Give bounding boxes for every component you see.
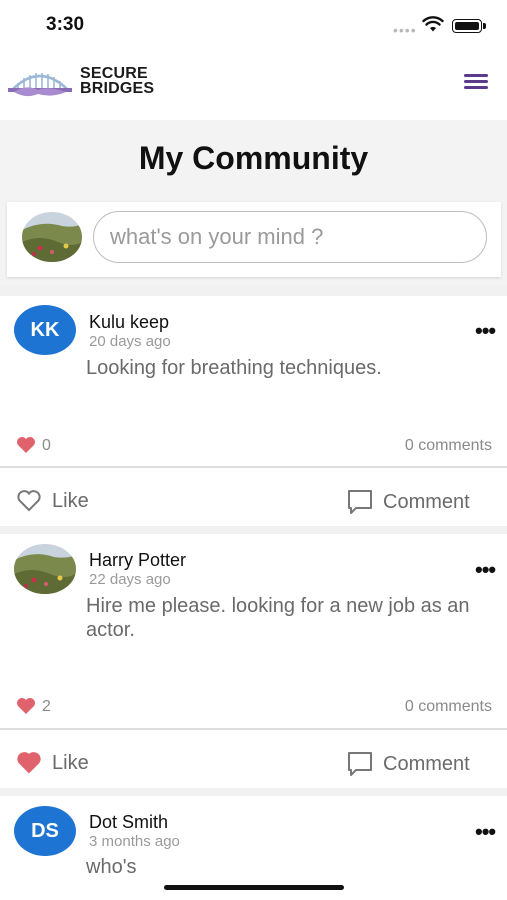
like-label: Like bbox=[52, 751, 89, 774]
post-separator bbox=[0, 466, 507, 468]
brand-line-2: BRIDGES bbox=[80, 80, 155, 97]
page-title: My Community bbox=[138, 140, 369, 176]
post-author[interactable]: Kulu keep bbox=[89, 312, 169, 333]
status-time: 3:30 bbox=[46, 14, 85, 35]
like-count-heart-icon bbox=[17, 437, 35, 453]
like-button[interactable]: Like bbox=[16, 489, 89, 513]
comment-button[interactable]: Comment bbox=[347, 489, 470, 515]
post-divider bbox=[0, 526, 507, 534]
comment-label: Comment bbox=[383, 752, 470, 775]
post-divider bbox=[0, 788, 507, 796]
signal-dots-icon: •••• bbox=[393, 22, 417, 38]
more-options-icon[interactable]: ••• bbox=[475, 557, 496, 583]
comment-icon bbox=[348, 752, 372, 776]
heart-outline-icon bbox=[17, 490, 41, 512]
post-text: Hire me please. looking for a new job as… bbox=[86, 595, 470, 641]
like-count-heart-icon bbox=[17, 698, 35, 714]
author-avatar[interactable] bbox=[14, 544, 76, 594]
post-author[interactable]: Harry Potter bbox=[89, 550, 186, 571]
more-options-icon[interactable]: ••• bbox=[475, 318, 496, 344]
more-options-icon[interactable]: ••• bbox=[475, 819, 496, 845]
post-text: who's bbox=[86, 856, 137, 878]
heart-filled-icon bbox=[17, 752, 41, 774]
brand-line-1: SECURE bbox=[80, 65, 148, 82]
brand-name: SECURE BRIDGES bbox=[80, 65, 155, 97]
author-avatar[interactable]: DS bbox=[14, 806, 76, 856]
like-label: Like bbox=[52, 489, 89, 512]
comment-label: Comment bbox=[383, 490, 470, 513]
post-time: 3 months ago bbox=[89, 833, 180, 850]
comment-count[interactable]: 0 comments bbox=[292, 698, 492, 716]
post-time: 20 days ago bbox=[89, 333, 171, 350]
home-indicator[interactable] bbox=[164, 885, 344, 890]
post-divider bbox=[0, 286, 507, 296]
like-count: 2 bbox=[42, 698, 51, 715]
comment-button[interactable]: Comment bbox=[347, 751, 470, 777]
bridge-logo-icon bbox=[8, 73, 72, 97]
post-time: 22 days ago bbox=[89, 571, 171, 588]
post-separator bbox=[0, 728, 507, 730]
battery-icon bbox=[452, 19, 486, 33]
like-count: 0 bbox=[42, 437, 51, 454]
comment-icon bbox=[348, 490, 372, 514]
whats-on-your-mind-input[interactable] bbox=[93, 211, 487, 263]
post-author[interactable]: Dot Smith bbox=[89, 812, 168, 833]
user-avatar[interactable] bbox=[22, 212, 82, 262]
hamburger-menu-icon[interactable] bbox=[462, 72, 490, 90]
author-avatar[interactable]: KK bbox=[14, 305, 76, 355]
post-text: Looking for breathing techniques. bbox=[86, 357, 382, 379]
comment-count[interactable]: 0 comments bbox=[292, 437, 492, 455]
like-button[interactable]: Like bbox=[16, 751, 89, 775]
wifi-icon bbox=[422, 16, 444, 32]
